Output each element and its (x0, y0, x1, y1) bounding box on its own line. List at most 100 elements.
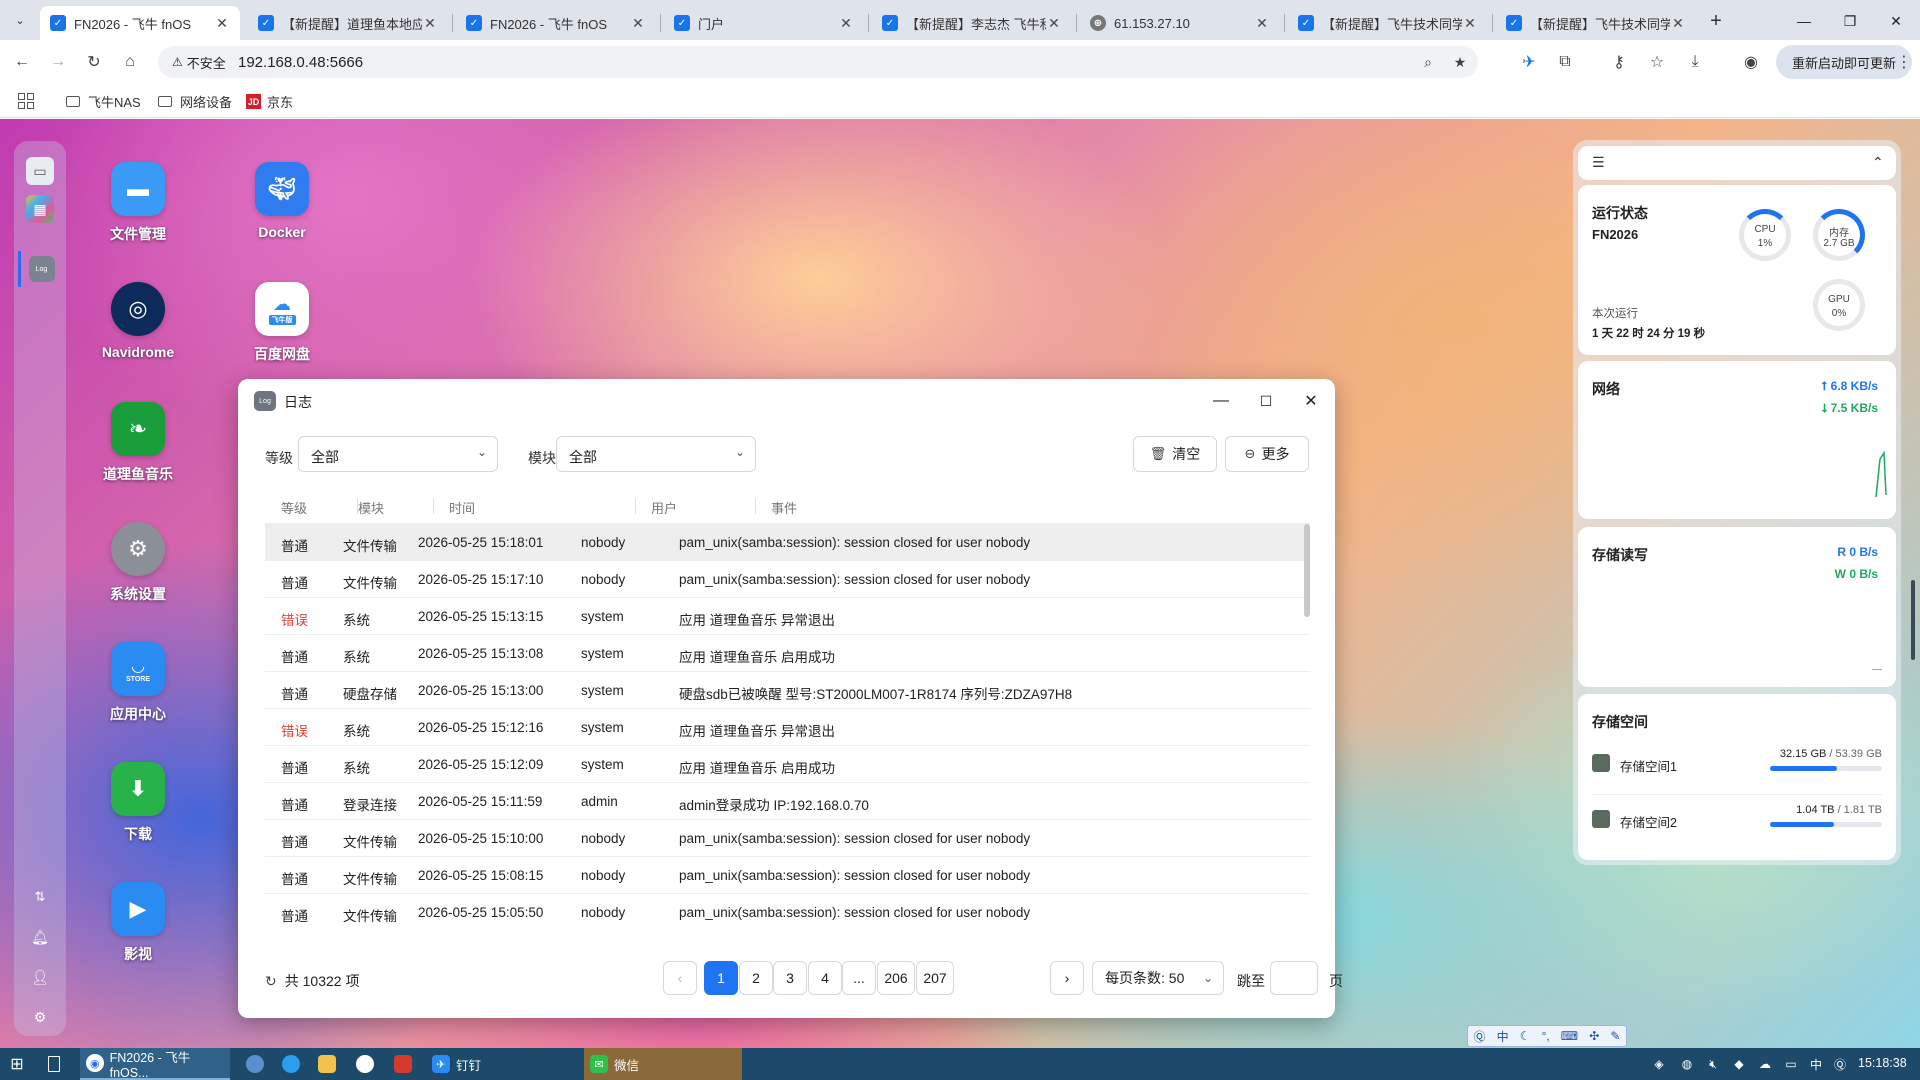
desktop-icon-video[interactable]: ▶ 影视 (78, 882, 198, 964)
zoom-icon[interactable]: ⌕ (1416, 50, 1440, 74)
tray-wechat-icon[interactable]: ◍ (1679, 1056, 1695, 1072)
close-icon[interactable]: ✕ (630, 15, 646, 31)
table-row[interactable]: 普通 系统 2026-05-25 15:12:09 system 应用 道理鱼音乐 启用… (265, 746, 1310, 783)
browser-tab-4[interactable]: ✓ 【新提醒】李志杰 飞牛私 ✕ (872, 6, 1072, 40)
new-tab-button[interactable]: + (1704, 9, 1728, 33)
close-icon[interactable]: ✕ (422, 15, 438, 31)
volume-muted-icon[interactable]: 🔇︎ (1705, 1056, 1721, 1072)
close-icon[interactable]: ✕ (214, 15, 230, 31)
security-indicator[interactable]: ⚠ 不安全 (164, 50, 234, 74)
favorites-icon[interactable]: ☆ (1645, 50, 1669, 74)
browser-tab-7[interactable]: ✓ 【新提醒】飞牛技术同学 ✕ (1496, 6, 1696, 40)
jump-page-input[interactable] (1270, 961, 1318, 995)
taskbar-item-dingtalk[interactable]: ✈ 钉钉 (426, 1048, 576, 1080)
table-row[interactable]: 普通 硬盘存储 2026-05-25 15:13:00 system 硬盘sdb已被唤醒… (265, 672, 1310, 709)
settings-gear-icon[interactable]: ⚙ (26, 1003, 54, 1031)
page-button[interactable]: 2 (739, 961, 773, 995)
desktop-icon-docker[interactable]: 🐳︎ Docker (222, 162, 342, 240)
taskbar-wps-icon[interactable] (394, 1055, 412, 1073)
tools-icon[interactable]: ✣ (1589, 1029, 1599, 1043)
home-button[interactable]: ⌂ (118, 50, 142, 74)
refresh-icon[interactable]: ↻ (265, 973, 277, 990)
taskbar-chrome-icon[interactable] (356, 1055, 374, 1073)
desktop-icon-navidrome[interactable]: ◎ Navidrome (78, 282, 198, 360)
page-button[interactable]: ... (842, 961, 876, 995)
restore-button[interactable]: ❐ (1827, 6, 1873, 36)
collapse-up-icon[interactable]: ⌃ (1872, 154, 1884, 171)
table-scrollbar[interactable] (1304, 524, 1310, 617)
close-icon[interactable]: ✕ (1046, 15, 1062, 31)
status-card[interactable]: 运行状态 FN2026 本次运行 1 天 22 时 24 分 19 秒 CPU … (1578, 185, 1896, 355)
wrench-icon[interactable]: ✎ (1610, 1029, 1620, 1043)
desktop-icon-system-settings[interactable]: ⚙ 系统设置 (78, 522, 198, 604)
desktop-icon-baidu-netdisk[interactable]: ☁ 飞牛版 百度网盘 (222, 282, 342, 364)
page-button[interactable]: 3 (773, 961, 807, 995)
extensions-puzzle-icon[interactable]: ⧉ (1553, 50, 1577, 74)
clear-button[interactable]: 🗑︎ 清空 (1133, 436, 1217, 472)
table-row[interactable]: 普通 文件传输 2026-05-25 15:05:50 nobody pam_unix(… (265, 894, 1310, 924)
user-icon[interactable]: 👤︎ (26, 963, 54, 991)
forward-button[interactable]: → (46, 50, 70, 74)
table-row[interactable]: 普通 系统 2026-05-25 15:13:08 system 应用 道理鱼音乐 启用… (265, 635, 1310, 672)
extension-icon[interactable]: ✈ (1517, 50, 1541, 74)
browser-tab-3[interactable]: ✓ 门户 ✕ (664, 6, 864, 40)
widget-list-icon[interactable]: ☰ (1592, 154, 1605, 171)
desktop-scrollbar[interactable] (1911, 580, 1915, 660)
close-window-button[interactable]: ✕ (1873, 6, 1919, 36)
table-row[interactable]: 错误 系统 2026-05-25 15:12:16 system 应用 道理鱼音乐 异常… (265, 709, 1310, 746)
upload-icon[interactable]: ⇅ (26, 883, 54, 911)
ime-toolbar[interactable]: Ⓠ 中 ☾ °, ⌨ ✣ ✎ (1467, 1025, 1627, 1047)
keyboard-icon[interactable]: ⌨ (1561, 1029, 1578, 1043)
window-minimize-button[interactable]: — (1209, 389, 1233, 413)
window-maximize-button[interactable]: ☐ (1254, 389, 1278, 413)
network-card[interactable]: 网络 ⭡ 6.8 KB/s ⭣ 7.5 KB/s (1578, 361, 1896, 519)
prev-page-button[interactable]: ‹ (663, 961, 697, 995)
tray-app-icon[interactable]: ◈ (1651, 1056, 1667, 1072)
page-button[interactable]: 207 (916, 961, 954, 995)
taskbar-item-browser[interactable]: ◉ FN2026 - 飞牛 fnOS... (80, 1048, 230, 1080)
taskbar-clock[interactable]: 15:18:38 (1858, 1056, 1907, 1070)
desktop-icon[interactable]: ▭ (26, 157, 54, 185)
desktop-icon-daoliyu-music[interactable]: ❧ 道理鱼音乐 (78, 402, 198, 484)
ime-language[interactable]: 中 (1497, 1028, 1509, 1045)
apps-grid-icon[interactable] (18, 93, 34, 109)
level-filter-select[interactable]: 全部 ⌄ (298, 436, 498, 472)
app-grid-icon[interactable]: ▦ (26, 195, 54, 223)
start-button[interactable]: ⊞ (8, 1048, 26, 1080)
taskbar-folder-icon[interactable] (318, 1055, 336, 1073)
desktop-icon-app-center[interactable]: ◡ STORE 应用中心 (78, 642, 198, 724)
close-icon[interactable]: ✕ (1670, 15, 1686, 31)
tray-cloud-icon[interactable]: ☁ (1757, 1056, 1773, 1072)
bookmark-jd[interactable]: JD 京东 (246, 92, 293, 111)
storage-space-row[interactable]: 存储空间1 32.15 GB / 53.39 GB (1592, 744, 1882, 784)
storage-space-card[interactable]: 存储空间 存储空间1 32.15 GB / 53.39 GB 存储空间2 1.0… (1578, 694, 1896, 860)
table-row[interactable]: 普通 登录连接 2026-05-25 15:11:59 admin admin登录成功 … (265, 783, 1310, 820)
menu-icon[interactable]: ⋮ (1892, 50, 1916, 74)
window-close-button[interactable]: ✕ (1299, 389, 1323, 413)
taskbar-app-icon[interactable] (246, 1055, 264, 1073)
dock-log-app[interactable]: Log (18, 251, 62, 287)
bookmark-star-icon[interactable]: ★ (1448, 50, 1472, 74)
browser-tab-1[interactable]: ✓ 【新提醒】道理鱼本地应 ✕ (248, 6, 448, 40)
page-button[interactable]: 1 (704, 961, 738, 995)
reload-button[interactable]: ↻ (82, 50, 106, 74)
next-page-button[interactable]: › (1050, 961, 1084, 995)
profile-icon[interactable]: ◉ (1739, 50, 1763, 74)
storage-space-row[interactable]: 存储空间2 1.04 TB / 1.81 TB (1592, 800, 1882, 840)
module-filter-select[interactable]: 全部 ⌄ (556, 436, 756, 472)
punctuation-icon[interactable]: °, (1542, 1029, 1550, 1043)
storage-io-card[interactable]: 存储读写 R 0 B/s W 0 B/s (1578, 527, 1896, 687)
tab-search-button[interactable]: ⌄ (8, 8, 32, 32)
close-icon[interactable]: ✕ (1254, 15, 1270, 31)
table-row[interactable]: 普通 文件传输 2026-05-25 15:18:01 nobody pam_unix(… (265, 524, 1310, 561)
tray-ime-icon[interactable]: Ⓠ (1832, 1056, 1848, 1072)
desktop-icon-download[interactable]: ⬇ 下载 (78, 762, 198, 844)
tray-shield-icon[interactable]: ◆ (1731, 1056, 1747, 1072)
taskbar-edge-icon[interactable] (282, 1055, 300, 1073)
browser-tab-6[interactable]: ✓ 【新提醒】飞牛技术同学 ✕ (1288, 6, 1488, 40)
download-icon[interactable]: ⤓ (1683, 50, 1707, 74)
url-text[interactable]: 192.168.0.48:5666 (238, 54, 363, 71)
browser-tab-5[interactable]: ⊕ 61.153.27.10 ✕ (1080, 6, 1280, 40)
table-row[interactable]: 普通 文件传输 2026-05-25 15:17:10 nobody pam_unix(… (265, 561, 1310, 598)
browser-tab-2[interactable]: ✓ FN2026 - 飞牛 fnOS ✕ (456, 6, 656, 40)
